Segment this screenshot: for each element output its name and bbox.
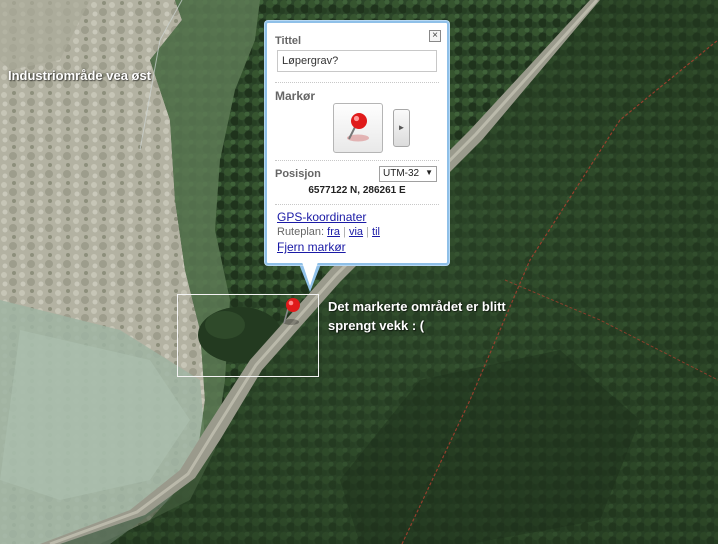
remove-marker-link[interactable]: Fjern markør	[277, 240, 346, 254]
divider	[275, 82, 439, 83]
gps-coordinates-link[interactable]: GPS-koordinater	[277, 210, 366, 224]
projection-value: UTM-32	[383, 168, 420, 179]
route-plan-label: Ruteplan:	[277, 226, 325, 238]
route-from-link[interactable]: fra	[327, 226, 340, 238]
route-via-link[interactable]: via	[349, 226, 363, 238]
route-to-link[interactable]: til	[372, 226, 380, 238]
title-label: Tittel	[275, 35, 302, 47]
marker-style-button[interactable]	[333, 103, 383, 153]
route-plan: Ruteplan: fra | via | til	[277, 226, 380, 238]
pushpin-icon	[347, 113, 369, 142]
divider	[275, 160, 439, 161]
map-label-industri: Industriområde vea øst	[8, 68, 152, 83]
projection-select[interactable]: UTM-32 ▼	[379, 166, 437, 182]
title-input[interactable]: Løpergrav?	[277, 50, 437, 72]
map-marker-pin-icon[interactable]	[281, 296, 307, 330]
marker-label: Markør	[275, 89, 316, 103]
map-annotation: Det markerte området er blitt sprengt ve…	[328, 299, 506, 333]
coordinates-readout: 6577122 N, 286261 E	[308, 185, 406, 196]
next-marker-button[interactable]: ►	[393, 109, 410, 147]
chevron-down-icon: ▼	[425, 168, 433, 177]
marker-popup: × Tittel Løpergrav? Markør ► Posisjon UT…	[265, 21, 449, 265]
divider	[275, 204, 439, 205]
popup-pointer-inner	[302, 262, 318, 286]
